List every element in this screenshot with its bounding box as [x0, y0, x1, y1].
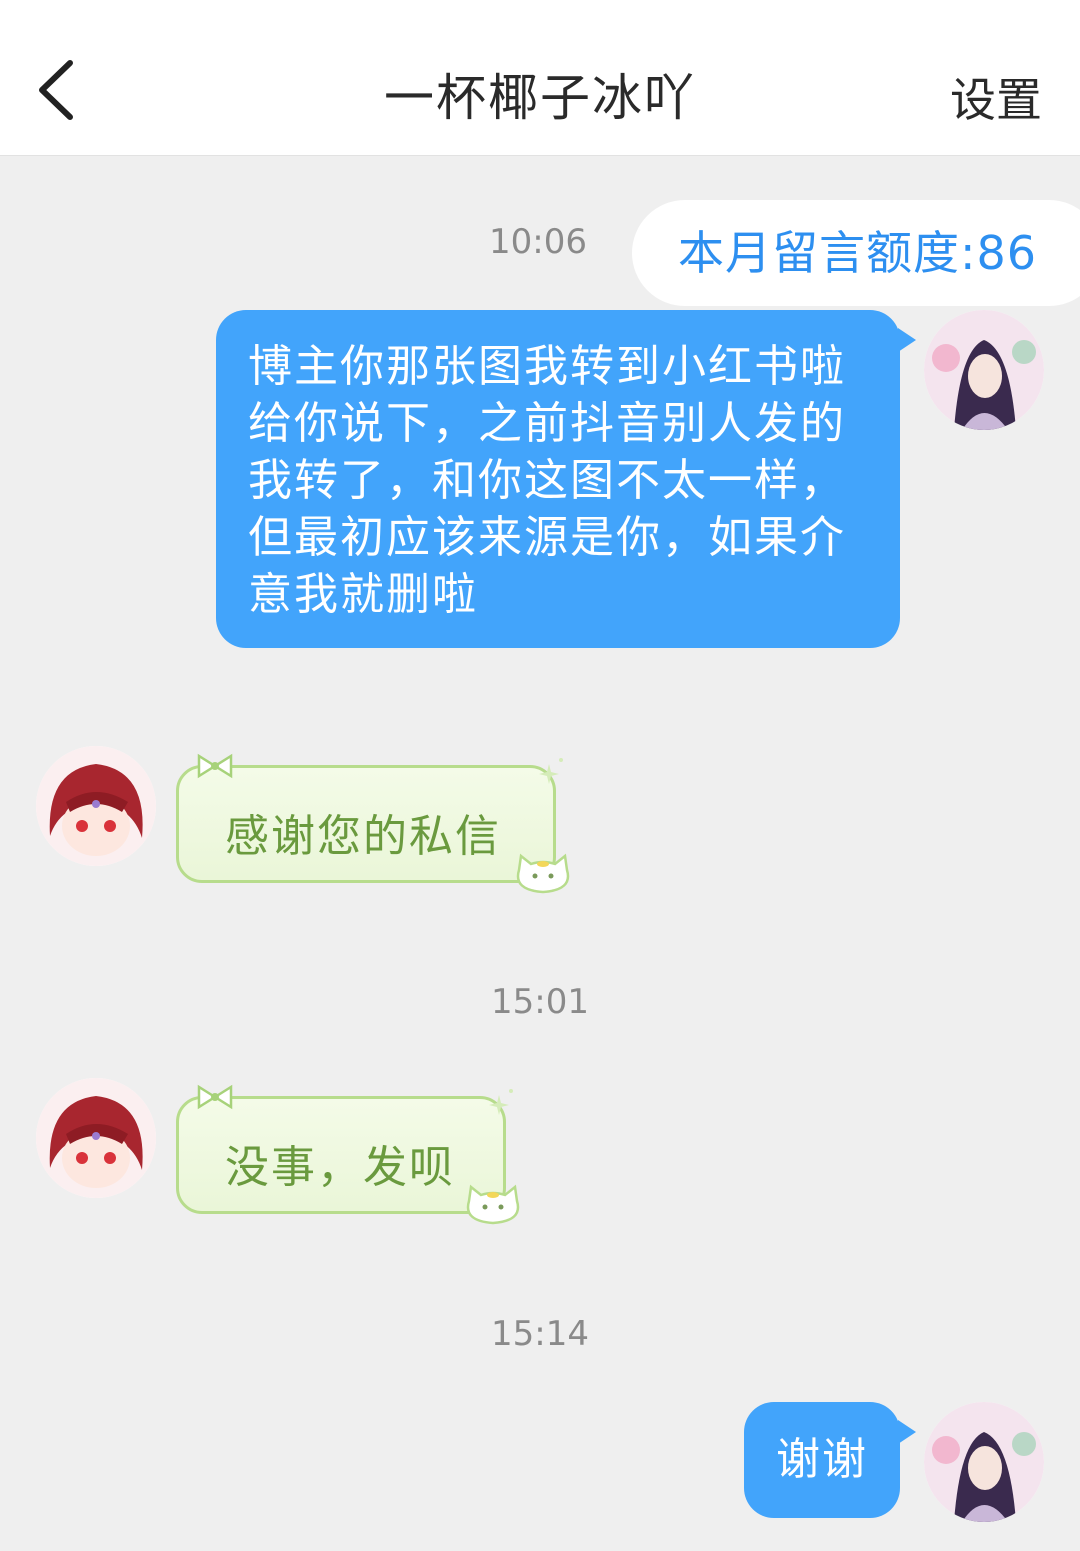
settings-button[interactable]: 设置: [950, 64, 1042, 130]
my-avatar[interactable]: [924, 310, 1044, 430]
message-text: 博主你那张图我转到小红书啦 给你说下，之前抖音别人发的 我转了，和你这图不太一样…: [248, 341, 846, 620]
message-text: 谢谢: [776, 1434, 868, 1485]
message-text: 感谢您的私信: [225, 811, 501, 862]
my-message-bubble[interactable]: 博主你那张图我转到小红书啦 给你说下，之前抖音别人发的 我转了，和你这图不太一样…: [216, 310, 916, 648]
timestamp: 15:14: [491, 1314, 589, 1354]
sparkle-icon: [539, 758, 563, 784]
contact-avatar[interactable]: [36, 746, 156, 866]
my-avatar[interactable]: [924, 1402, 1044, 1522]
timestamp: 15:01: [491, 982, 589, 1022]
contact-message-bubble[interactable]: 感谢您的私信: [176, 753, 570, 894]
timestamp: 10:06: [489, 222, 587, 262]
cat-sticker-icon: [516, 853, 570, 894]
contact-message-bubble[interactable]: 没事，发呗: [176, 1084, 520, 1225]
chevron-left-icon: [39, 60, 73, 120]
bow-icon: [197, 1084, 233, 1110]
avatar-image: [36, 1078, 156, 1198]
avatar-image: [924, 1402, 1044, 1522]
my-message-bubble[interactable]: 谢谢: [744, 1402, 916, 1518]
conversation-title: 一杯椰子冰吖: [384, 69, 696, 127]
message-quota-badge: 本月留言额度:86: [632, 200, 1080, 306]
avatar-image: [36, 746, 156, 866]
contact-avatar[interactable]: [36, 1078, 156, 1198]
message-text: 没事，发呗: [225, 1142, 455, 1193]
avatar-image: [924, 310, 1044, 430]
back-button[interactable]: [30, 55, 90, 125]
top-nav-bar: 一杯椰子冰吖 设置: [0, 0, 1080, 156]
bow-icon: [197, 753, 233, 779]
cat-sticker-icon: [466, 1184, 520, 1225]
sparkle-icon: [489, 1089, 513, 1115]
